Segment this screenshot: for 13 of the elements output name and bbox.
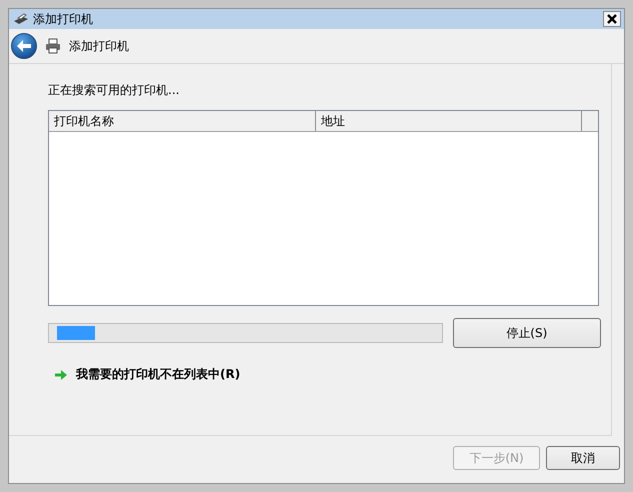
window-title: 添加打印机: [33, 10, 94, 28]
stop-button[interactable]: 停止(S): [452, 318, 601, 348]
close-button[interactable]: [603, 11, 621, 27]
column-header[interactable]: 地址: [316, 111, 582, 131]
column-header[interactable]: 打印机名称: [49, 111, 316, 131]
printer-not-listed-link[interactable]: 我需要的打印机不在列表中(R): [76, 366, 240, 383]
printer-icon: [13, 13, 29, 25]
status-text: 正在搜索可用的打印机...: [48, 82, 180, 99]
back-button[interactable]: [11, 33, 37, 59]
cancel-button[interactable]: 取消: [546, 446, 620, 470]
arrow-icon: [54, 368, 68, 380]
printer-icon: [45, 38, 61, 54]
page-title: 添加打印机: [69, 38, 129, 54]
